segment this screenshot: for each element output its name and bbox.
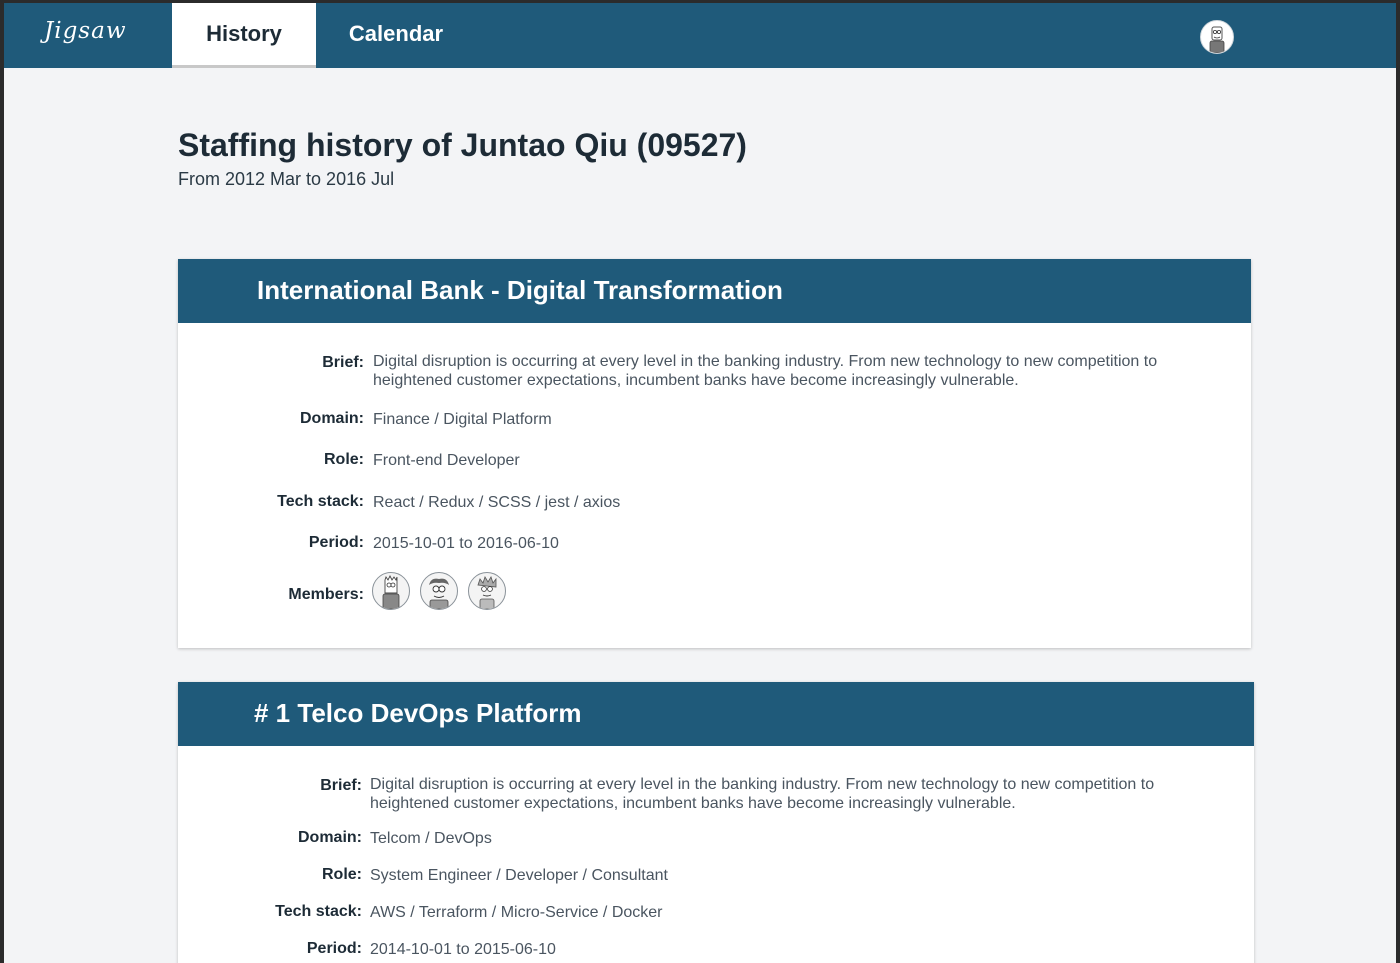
app-logo[interactable]: Jigsaw xyxy=(44,18,127,44)
project-title: # 1 Telco DevOps Platform xyxy=(178,682,1254,746)
user-avatar-icon[interactable] xyxy=(1200,20,1234,54)
role-label: Role: xyxy=(324,451,364,468)
domain-value: Finance / Digital Platform xyxy=(373,411,552,428)
top-navbar: Jigsaw History Calendar xyxy=(4,3,1396,68)
project-card: # 1 Telco DevOps Platform Brief: Digital… xyxy=(178,682,1254,963)
period-label: Period: xyxy=(306,940,362,957)
member-avatar-icon[interactable] xyxy=(372,572,410,610)
period-label: Period: xyxy=(308,534,364,551)
domain-value: Telcom / DevOps xyxy=(370,830,492,847)
tab-calendar[interactable]: Calendar xyxy=(334,3,458,68)
page-title: Staffing history of Juntao Qiu (09527) xyxy=(178,127,747,163)
role-value: Front-end Developer xyxy=(373,452,520,469)
role-value: System Engineer / Developer / Consultant xyxy=(370,867,668,884)
brief-label: Brief: xyxy=(320,777,362,794)
period-value: 2014-10-01 to 2015-06-10 xyxy=(370,941,556,958)
project-card: International Bank - Digital Transformat… xyxy=(178,259,1251,648)
page-subtitle: From 2012 Mar to 2016 Jul xyxy=(178,169,395,189)
domain-label: Domain: xyxy=(298,829,362,846)
members-label: Members: xyxy=(288,586,364,603)
member-avatar-icon[interactable] xyxy=(420,572,458,610)
app-window: Jigsaw History Calendar Staffing history… xyxy=(4,3,1396,963)
project-title: International Bank - Digital Transformat… xyxy=(178,259,1251,323)
tech-stack-value: AWS / Terraform / Micro-Service / Docker xyxy=(370,904,663,921)
member-list xyxy=(372,572,506,610)
domain-label: Domain: xyxy=(300,410,364,427)
tech-stack-value: React / Redux / SCSS / jest / axios xyxy=(373,494,621,511)
role-label: Role: xyxy=(322,866,362,883)
member-avatar-icon[interactable] xyxy=(468,572,506,610)
tech-stack-label: Tech stack: xyxy=(275,903,362,920)
brief-value: Digital disruption is occurring at every… xyxy=(373,353,1158,389)
tab-history[interactable]: History xyxy=(172,3,316,68)
brief-label: Brief: xyxy=(322,354,364,371)
tech-stack-label: Tech stack: xyxy=(277,493,364,510)
brief-value: Digital disruption is occurring at every… xyxy=(370,776,1155,812)
period-value: 2015-10-01 to 2016-06-10 xyxy=(373,535,559,552)
